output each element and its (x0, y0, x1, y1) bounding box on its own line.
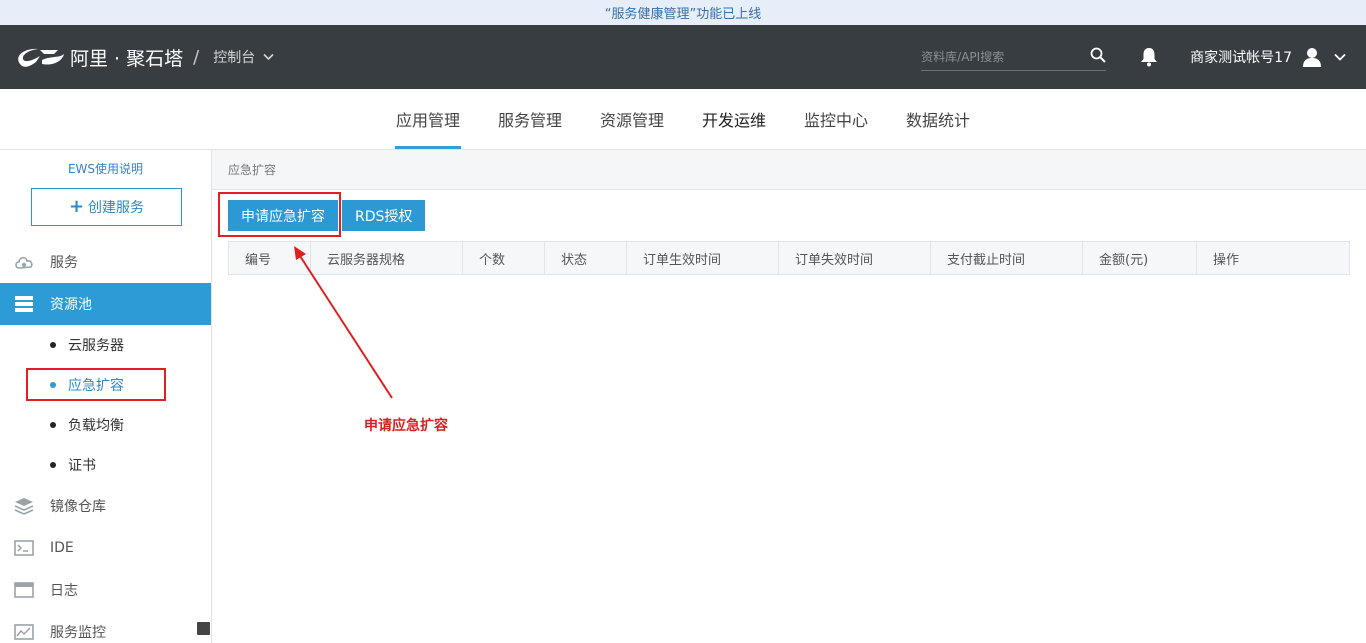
column-header[interactable]: 订单生效时间 (626, 241, 779, 275)
console-label: 控制台 (213, 50, 256, 66)
tab-devops[interactable]: 开发运维 (683, 89, 785, 149)
bullet-dot (50, 422, 56, 428)
search-icon[interactable] (1090, 47, 1106, 67)
sidebar-subitem-label: 负载均衡 (68, 418, 124, 434)
main-nav: 应用管理 服务管理 资源管理 开发运维 监控中心 数据统计 (0, 89, 1366, 150)
create-service-label: 创建服务 (88, 200, 145, 216)
sidebar-subitem-certificate[interactable]: 证书 (0, 445, 211, 485)
create-service-button[interactable]: + 创建服务 (31, 188, 182, 226)
alibaba-logo-icon[interactable] (14, 42, 66, 72)
user-avatar-icon[interactable] (1302, 47, 1322, 67)
annotation-label: 申请应急扩容 (364, 418, 448, 434)
sidebar-item-resource-pool[interactable]: 资源池 (0, 283, 211, 325)
column-header[interactable]: 个数 (462, 241, 545, 275)
announcement-text: “服务健康管理”功能已上线 (604, 7, 762, 22)
monitor-chart-icon (13, 622, 35, 642)
sidebar-item-label: 日志 (50, 583, 78, 599)
brand-title[interactable]: 阿里 · 聚石塔 (70, 44, 183, 71)
sidebar-subitem-cloud-server[interactable]: 云服务器 (0, 325, 211, 365)
sidebar-item-logs[interactable]: 日志 (0, 569, 211, 611)
sidebar-item-service[interactable]: 服务 (0, 241, 211, 283)
sidebar-item-label: 镜像仓库 (50, 499, 106, 515)
table-header-row: 编号 云服务器规格 个数 状态 订单生效时间 订单失效时间 支付截止时间 金额(… (228, 241, 1350, 275)
column-header[interactable]: 操作 (1196, 241, 1350, 275)
column-header[interactable]: 支付截止时间 (930, 241, 1083, 275)
sidebar-item-label: IDE (50, 540, 74, 556)
tab-monitoring-center[interactable]: 监控中心 (785, 89, 887, 149)
sidebar-subitem-label: 云服务器 (68, 338, 124, 354)
sidebar-item-label: 服务 (50, 255, 78, 271)
column-header[interactable]: 订单失效时间 (778, 241, 931, 275)
highlight-box-button (218, 192, 341, 237)
bullet-dot (50, 462, 56, 468)
chevron-down-icon[interactable] (1334, 53, 1346, 61)
sidebar-subitem-label: 证书 (68, 458, 96, 474)
sidebar-item-label: 资源池 (50, 297, 92, 313)
tab-app-management[interactable]: 应用管理 (377, 89, 479, 149)
top-bar: 阿里 · 聚石塔 / 控制台 商家测试帐号17 (0, 25, 1366, 89)
collapse-sidebar-icon[interactable] (197, 622, 210, 635)
column-header[interactable]: 云服务器规格 (310, 241, 463, 275)
column-header[interactable]: 金额(元) (1082, 241, 1197, 275)
breadcrumb: 应急扩容 (212, 150, 1366, 190)
sidebar-item-service-monitoring[interactable]: 服务监控 (0, 611, 211, 643)
server-stack-icon (13, 294, 35, 314)
tab-resource-management[interactable]: 资源管理 (581, 89, 683, 149)
highlight-box-sidebar (26, 368, 166, 401)
sidebar-subitem-load-balancer[interactable]: 负载均衡 (0, 405, 211, 445)
announcement-bar: “服务健康管理”功能已上线 (0, 0, 1366, 25)
sidebar-menu: 服务 资源池 云服务器 应急扩容 负载均衡 证书 镜像仓库 IDE 日志 服务监… (0, 241, 211, 643)
account-name[interactable]: 商家测试帐号17 (1190, 47, 1292, 67)
sidebar-item-label: 服务监控 (50, 625, 106, 641)
column-header[interactable]: 编号 (228, 241, 311, 275)
layers-icon (13, 496, 35, 516)
main-content: 应急扩容 申请应急扩容 RDS授权 编号 云服务器规格 个数 状态 订单生效时间… (212, 150, 1366, 643)
sidebar-item-ide[interactable]: IDE (0, 527, 211, 569)
chevron-down-icon (263, 49, 274, 65)
sidebar-item-image-registry[interactable]: 镜像仓库 (0, 485, 211, 527)
cloud-gear-icon (13, 252, 35, 272)
brand-separator: / (193, 46, 200, 68)
bullet-dot (50, 342, 56, 348)
console-dropdown[interactable]: 控制台 (213, 47, 274, 67)
rds-authorize-button[interactable]: RDS授权 (342, 200, 426, 231)
ews-guide-link[interactable]: EWS使用说明 (0, 160, 211, 178)
log-window-icon (13, 580, 35, 600)
column-header[interactable]: 状态 (544, 241, 627, 275)
action-bar: 申请应急扩容 RDS授权 (228, 200, 1366, 231)
sidebar: EWS使用说明 + 创建服务 服务 资源池 云服务器 应急扩容 负载均衡 证书 … (0, 150, 212, 643)
tab-service-management[interactable]: 服务管理 (479, 89, 581, 149)
search-input[interactable] (921, 49, 1072, 64)
plus-icon: + (68, 196, 85, 217)
search-box (921, 43, 1107, 71)
notification-bell-icon[interactable] (1140, 47, 1158, 67)
tab-data-statistics[interactable]: 数据统计 (887, 89, 989, 149)
orders-table: 编号 云服务器规格 个数 状态 订单生效时间 订单失效时间 支付截止时间 金额(… (228, 241, 1350, 275)
terminal-icon (13, 538, 35, 558)
